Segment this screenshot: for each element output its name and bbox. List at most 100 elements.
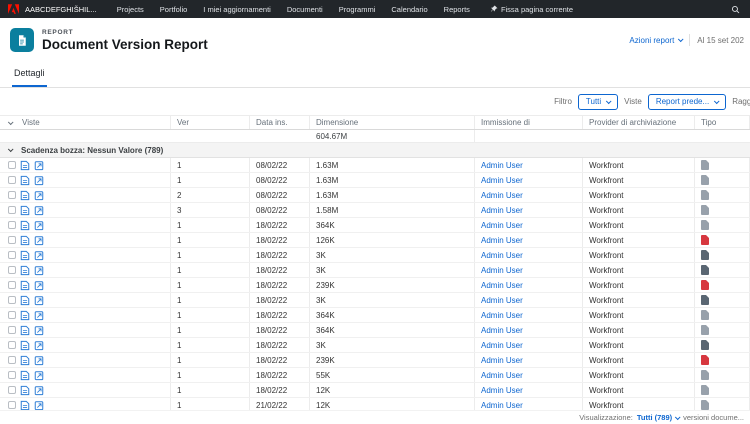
open-document-icon[interactable]: [20, 400, 30, 411]
document-details-icon[interactable]: [34, 340, 44, 351]
views-dropdown[interactable]: Report prede...: [648, 94, 726, 110]
grouping-label[interactable]: Raggrupp...: [732, 97, 750, 106]
collapse-all-icon[interactable]: [8, 119, 14, 125]
row-checkbox[interactable]: [8, 281, 16, 289]
row-checkbox[interactable]: [8, 191, 16, 199]
nav-item-calendars[interactable]: Calendario: [383, 5, 435, 14]
row-checkbox[interactable]: [8, 251, 16, 259]
filter-dropdown[interactable]: Tutti: [578, 94, 618, 110]
page-title: Document Version Report: [42, 37, 208, 52]
table-row: 1 18/02/22 126K Admin User Workfront: [0, 233, 750, 248]
open-document-icon[interactable]: [20, 310, 30, 321]
nav-item-my-updates[interactable]: I miei aggiornamenti: [195, 5, 279, 14]
document-details-icon[interactable]: [34, 190, 44, 201]
open-document-icon[interactable]: [20, 385, 30, 396]
entered-by-link[interactable]: Admin User: [475, 173, 583, 187]
open-document-icon[interactable]: [20, 250, 30, 261]
entered-by-link[interactable]: Admin User: [475, 353, 583, 367]
open-document-icon[interactable]: [20, 370, 30, 381]
document-details-icon[interactable]: [34, 325, 44, 336]
entered-by-link[interactable]: Admin User: [475, 323, 583, 337]
entered-by-link[interactable]: Admin User: [475, 278, 583, 292]
document-details-icon[interactable]: [34, 355, 44, 366]
entry-date-cell: 18/02/22: [250, 263, 310, 277]
viste-cell: [0, 248, 171, 262]
showing-dropdown[interactable]: Tutti (789): [637, 413, 679, 422]
document-details-icon[interactable]: [34, 250, 44, 261]
tab-details[interactable]: Dettagli: [12, 68, 47, 87]
entered-by-link[interactable]: Admin User: [475, 263, 583, 277]
size-cell: 1.63M: [310, 173, 475, 187]
document-details-icon[interactable]: [34, 220, 44, 231]
open-document-icon[interactable]: [20, 325, 30, 336]
row-checkbox[interactable]: [8, 221, 16, 229]
entered-by-link[interactable]: Admin User: [475, 233, 583, 247]
table-header-row: Viste Ver Data ins. Dimensione Immission…: [0, 115, 750, 130]
document-details-icon[interactable]: [34, 310, 44, 321]
type-cell: [695, 173, 750, 187]
row-checkbox[interactable]: [8, 326, 16, 334]
views-value: Report prede...: [656, 97, 709, 106]
open-document-icon[interactable]: [20, 160, 30, 171]
document-details-icon[interactable]: [34, 160, 44, 171]
group-header-row: Scadenza bozza: Nessun Valore (789): [0, 143, 750, 158]
row-checkbox[interactable]: [8, 311, 16, 319]
row-checkbox[interactable]: [8, 341, 16, 349]
document-details-icon[interactable]: [34, 265, 44, 276]
table-row: 1 18/02/22 3K Admin User Workfront: [0, 248, 750, 263]
row-checkbox[interactable]: [8, 401, 16, 409]
entered-by-link[interactable]: Admin User: [475, 203, 583, 217]
open-document-icon[interactable]: [20, 355, 30, 366]
nav-item-portfolio[interactable]: Portfolio: [152, 5, 196, 14]
table-row: 1 08/02/22 1.63M Admin User Workfront: [0, 173, 750, 188]
row-checkbox[interactable]: [8, 371, 16, 379]
entered-by-link[interactable]: Admin User: [475, 158, 583, 172]
report-actions-button[interactable]: Azioni report: [629, 36, 682, 45]
open-document-icon[interactable]: [20, 280, 30, 291]
document-details-icon[interactable]: [34, 280, 44, 291]
document-details-icon[interactable]: [34, 175, 44, 186]
entered-by-link[interactable]: Admin User: [475, 248, 583, 262]
open-document-icon[interactable]: [20, 190, 30, 201]
open-document-icon[interactable]: [20, 340, 30, 351]
group-collapse-icon[interactable]: [8, 146, 14, 152]
row-checkbox[interactable]: [8, 161, 16, 169]
size-cell: 364K: [310, 308, 475, 322]
document-details-icon[interactable]: [34, 235, 44, 246]
nav-item-reports[interactable]: Reports: [436, 5, 478, 14]
open-document-icon[interactable]: [20, 265, 30, 276]
nav-item-projects[interactable]: Projects: [109, 5, 152, 14]
provider-cell: Workfront: [583, 188, 695, 202]
row-checkbox[interactable]: [8, 206, 16, 214]
nav-item-programs[interactable]: Programmi: [331, 5, 384, 14]
document-details-icon[interactable]: [34, 370, 44, 381]
entered-by-link[interactable]: Admin User: [475, 308, 583, 322]
row-checkbox[interactable]: [8, 296, 16, 304]
entered-by-link[interactable]: Admin User: [475, 293, 583, 307]
document-details-icon[interactable]: [34, 295, 44, 306]
entered-by-link[interactable]: Admin User: [475, 338, 583, 352]
open-document-icon[interactable]: [20, 175, 30, 186]
entered-by-link[interactable]: Admin User: [475, 188, 583, 202]
entered-by-link[interactable]: Admin User: [475, 383, 583, 397]
search-icon[interactable]: [729, 5, 742, 14]
row-checkbox[interactable]: [8, 266, 16, 274]
open-document-icon[interactable]: [20, 205, 30, 216]
document-details-icon[interactable]: [34, 205, 44, 216]
document-details-icon[interactable]: [34, 400, 44, 411]
nav-item-documents[interactable]: Documenti: [279, 5, 331, 14]
row-checkbox[interactable]: [8, 176, 16, 184]
open-document-icon[interactable]: [20, 220, 30, 231]
entered-by-link[interactable]: Admin User: [475, 218, 583, 232]
entered-by-link[interactable]: Admin User: [475, 368, 583, 382]
row-checkbox[interactable]: [8, 356, 16, 364]
viste-cell: [0, 368, 171, 382]
row-checkbox[interactable]: [8, 386, 16, 394]
document-details-icon[interactable]: [34, 385, 44, 396]
col-viste: Viste: [0, 116, 171, 129]
row-checkbox[interactable]: [8, 236, 16, 244]
open-document-icon[interactable]: [20, 235, 30, 246]
pin-current-page-button[interactable]: Fissa pagina corrente: [490, 5, 573, 14]
open-document-icon[interactable]: [20, 295, 30, 306]
filter-bar: Filtro Tutti Viste Report prede... Raggr…: [0, 88, 750, 115]
